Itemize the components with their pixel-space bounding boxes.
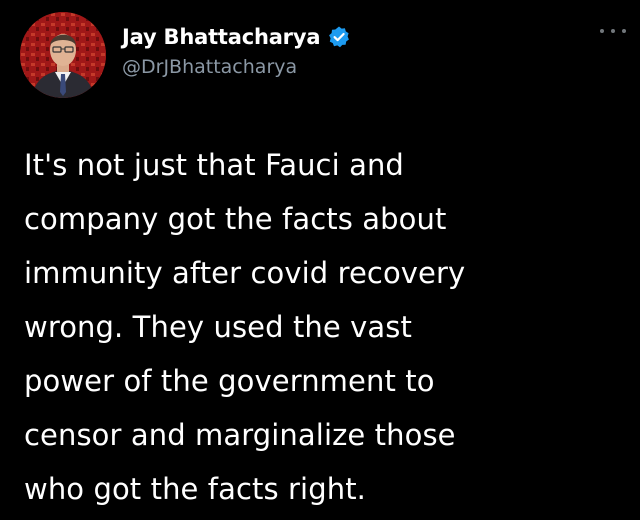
author-display-name[interactable]: Jay Bhattacharya — [122, 25, 321, 49]
author-avatar[interactable] — [20, 12, 106, 98]
more-dot — [611, 29, 615, 33]
more-dot — [600, 29, 604, 33]
tweet-text: It's not just that Fauci and company got… — [24, 148, 466, 506]
name-row: Jay Bhattacharya — [122, 22, 542, 52]
author-info: Jay Bhattacharya @DrJBhattacharya — [122, 22, 542, 78]
more-options-icon[interactable] — [600, 24, 626, 38]
tweet-card: Jay Bhattacharya @DrJBhattacharya It's n… — [0, 0, 640, 520]
more-dot — [622, 29, 626, 33]
verified-badge-icon — [327, 25, 351, 49]
avatar-image — [20, 12, 106, 98]
author-handle[interactable]: @DrJBhattacharya — [122, 56, 542, 78]
